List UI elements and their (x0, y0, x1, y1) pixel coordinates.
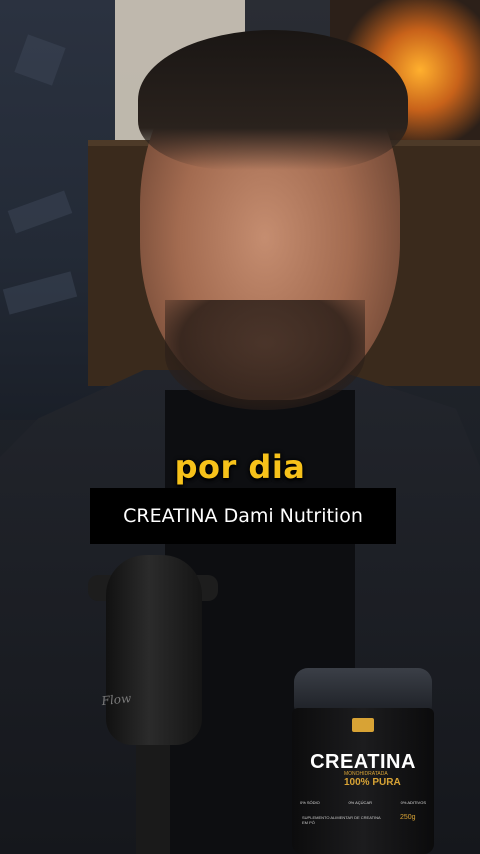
jar-facts: 0% SÓDIO 0% AÇÚCAR 0% ADITIVOS (300, 800, 426, 805)
microphone: Flow (88, 555, 218, 854)
jar-fact: 0% SÓDIO (300, 800, 320, 805)
person-hair (138, 30, 408, 170)
dami-logo-icon (352, 718, 374, 732)
product-label-text: CREATINA Dami Nutrition (123, 505, 363, 527)
video-frame: por dia CREATINA Dami Nutrition Flow CRE… (0, 0, 480, 854)
subtitle-caption: por dia (174, 448, 306, 486)
jar-fact: 0% ADITIVOS (400, 800, 426, 805)
jar-weight: 250g (400, 814, 416, 821)
jar-purity: 100% PURA (344, 777, 401, 788)
jar-lid (294, 668, 432, 712)
product-label-banner: CREATINA Dami Nutrition (90, 488, 396, 544)
microphone-head (106, 555, 202, 745)
microphone-stand (136, 745, 170, 854)
jar-fact: 0% AÇÚCAR (348, 800, 372, 805)
creatina-product-jar: CREATINA MONOHIDRATADA 100% PURA 0% SÓDI… (292, 668, 434, 854)
person-beard (165, 300, 365, 410)
jar-description: SUPLEMENTO ALIMENTAR DE CREATINA EM PÓ (302, 815, 381, 825)
